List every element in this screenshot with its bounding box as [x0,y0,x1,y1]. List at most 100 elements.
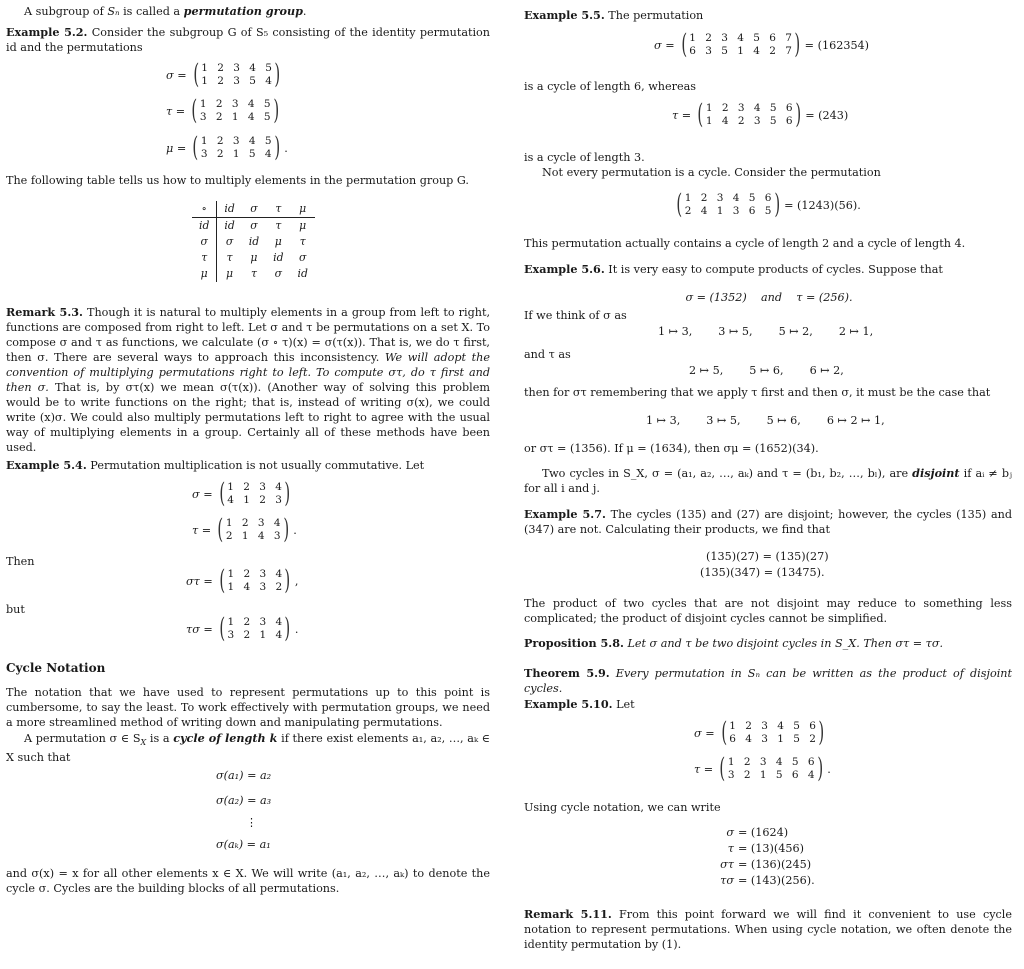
perm-entry: 1 [225,517,233,529]
perm-entry: 6 [785,102,793,114]
proposition-label: Proposition 5.8. [524,636,624,650]
perm-rhs: . [827,762,831,776]
cayley-cell: σ [225,235,234,248]
cycle-equation-k: σ(aₖ) = a₁ [216,838,271,851]
perm-entry: 3 [761,733,768,745]
perm-matrix: 123456643152 [729,720,816,746]
perm-entry: 1 [729,720,736,732]
example-text: The permutation [608,9,704,22]
perm-entry: 4 [775,756,783,768]
cayley-row-header: ∘ [192,201,218,218]
vertical-ellipsis: ⋮ [246,816,258,829]
cayley-cell: id [273,251,284,264]
left-paren: ( [680,29,687,60]
cayley-cell: id [216,201,242,218]
perm-rhs: = (1243)(56). [784,198,861,212]
cayley-row: τ τ μ id σ [192,250,315,266]
perm-entry: 1 [684,192,692,204]
text: A subgroup of [24,5,108,18]
perm-entry: 6 [791,769,799,781]
cayley-row: ∘ id σ τ μ [192,201,315,218]
perm-entry: 3 [200,148,208,160]
cayley-cell: μ [226,267,234,280]
cayley-cell: τ [275,219,282,232]
cycle-eq-lhs: τ [727,842,734,855]
perm-entry: 2 [216,135,224,147]
cayley-cell: μ [290,201,315,218]
perm-entry: 5 [263,111,271,123]
perm-entry: 2 [217,62,224,74]
perm-entry: 4 [275,629,283,641]
cycle-eq-rhs: = (143)(256). [738,874,815,887]
perm-entry: 2 [243,616,251,628]
perm-name: σ = [192,487,213,501]
perm-entry: 1 [727,756,735,768]
perm-entry: 6 [785,115,793,127]
perm-matrix: 12343214 [227,616,282,642]
perm-entry: 3 [732,205,740,217]
cycle-length-3-text: is a cycle of length 3. [524,151,645,164]
perm-entry: 6 [689,45,696,57]
cayley-cell: σ [274,267,282,280]
and-tau-text: and τ as [524,348,571,361]
perm-entry: 1 [227,481,234,493]
perm-rhs: , [294,574,299,588]
perm-entry: 3 [259,481,266,493]
perm-entry: 2 [215,98,223,110]
perm-entry: 4 [227,494,234,506]
perm-entry: 3 [705,45,712,57]
text: is called a [119,5,184,18]
perm-entry: 2 [737,115,745,127]
cycle-length-6-text: is a cycle of length 6, whereas [524,80,696,93]
perm-entry: 5 [721,45,728,57]
perm-entry: 5 [748,192,756,204]
maps-to-entry: 1 ↦ 3, [658,325,693,338]
sigma-maps: 1 ↦ 3, 3 ↦ 5, 5 ↦ 2, 2 ↦ 1, [658,324,873,339]
perm-entry: 3 [233,75,240,87]
cycle-paragraph-1: The notation that we have used to repres… [6,686,490,729]
right-paren: ) [818,717,825,748]
perm-entry: 3 [727,769,735,781]
perm-entry: 6 [764,192,772,204]
perm-entry: 1 [199,98,207,110]
product-maps: 1 ↦ 3, 3 ↦ 5, 5 ↦ 6, 6 ↦ 2 ↦ 1, [646,413,885,428]
perm-name: τ = [166,104,186,118]
perm-entry: 7 [785,45,792,57]
perm-sigma-tau: στ =(1 2 3 4 1 4 3 2), [186,566,298,596]
perm-entry: 3 [199,111,207,123]
perm-entry: 4 [807,769,815,781]
perm-entry: 6 [809,720,816,732]
perm-entry: 2 [259,494,266,506]
sigma-tau-cycles: σ = (1352) and τ = (256). [685,291,853,304]
cycle-eq-rhs: = (1624) [738,826,789,839]
perm-entry: 2 [243,568,251,580]
perm-entry: 1 [227,581,235,593]
example-label: Example 5.4. [6,458,87,472]
perm-sigma: σ =(1 2 3 4 4 1 2 3) [192,479,295,509]
perm-matrix: 123456241365 [685,192,772,218]
maps-to-entry: 2 ↦ 1, [838,325,874,338]
perm-entry: 5 [793,733,800,745]
perm-name: μ = [166,141,187,155]
perm-entry: 4 [249,62,256,74]
perm-entry: 3 [753,115,761,127]
text: A permutation σ ∈ S [24,732,141,745]
perm-entry: 2 [705,32,712,44]
section-heading-cycle-notation: Cycle Notation [6,661,106,675]
right-paren: ) [283,514,289,545]
then-text: Then [6,555,35,568]
perm-rhs: = (162354) [804,38,870,52]
perm-entry: 1 [227,616,235,628]
perm-entry: 1 [705,102,713,114]
disjoint-definition: Two cycles in S_X, σ = (a₁, a₂, …, aₖ) a… [524,466,1012,496]
cycle-equation-2: σ(a₂) = a₃ [216,794,272,807]
left-paren: ( [219,565,225,596]
product-remark-text: The product of two cycles that are not d… [524,597,1012,625]
perm-entry: 2 [743,769,751,781]
remark-label: Remark 5.3. [6,305,83,319]
think-sigma-text: If we think of σ as [524,309,627,322]
perm-entry: 4 [265,75,272,87]
result-text: or στ = (1356). If μ = (1634), then σμ =… [524,442,819,455]
cayley-cell: τ [250,267,257,280]
perm-entry: 3 [759,756,767,768]
